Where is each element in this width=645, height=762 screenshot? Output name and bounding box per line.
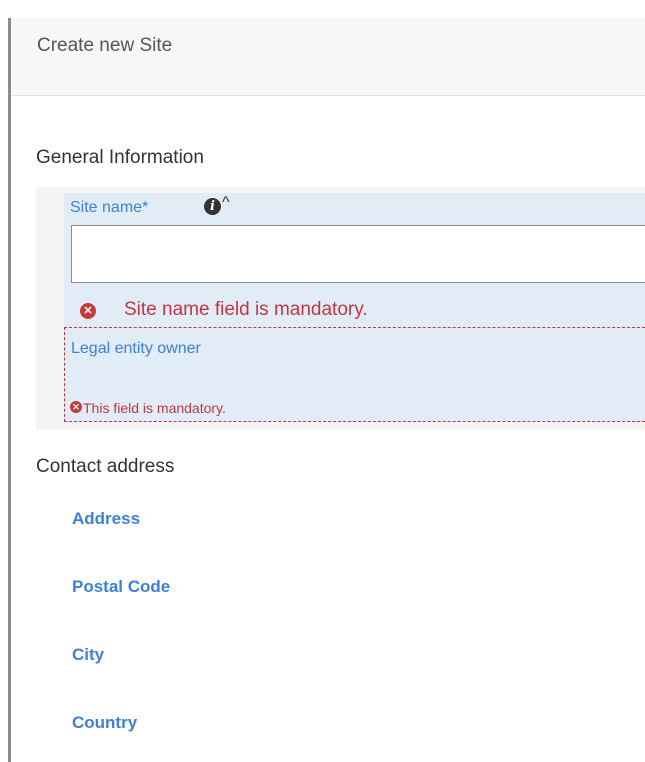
site-name-field: Site name* i ^ ✕ Site name field is mand…	[64, 193, 645, 328]
legal-entity-error: This field is mandatory.	[83, 400, 226, 416]
address-field-label[interactable]: Address	[72, 509, 140, 529]
legal-entity-owner-label: Legal entity owner	[71, 340, 201, 357]
site-name-error: Site name field is mandatory.	[124, 299, 368, 320]
page-title: Create new Site	[37, 35, 173, 56]
error-circle-icon: ✕	[70, 401, 82, 413]
header-bar: Create new Site	[11, 18, 645, 96]
country-field-label[interactable]: Country	[72, 713, 137, 733]
error-circle-icon: ✕	[80, 303, 96, 319]
postal-code-field-label[interactable]: Postal Code	[72, 577, 170, 597]
left-border	[8, 18, 11, 762]
section-heading-contact: Contact address	[36, 456, 175, 477]
caret-up-icon[interactable]: ^	[222, 194, 230, 212]
site-name-input[interactable]	[71, 225, 645, 283]
city-field-label[interactable]: City	[72, 645, 104, 665]
site-name-label: Site name*	[70, 199, 149, 216]
info-icon[interactable]: i	[204, 198, 221, 215]
legal-entity-owner-field[interactable]: Legal entity owner ✕ This field is manda…	[64, 327, 645, 422]
section-heading-general: General Information	[36, 147, 204, 168]
